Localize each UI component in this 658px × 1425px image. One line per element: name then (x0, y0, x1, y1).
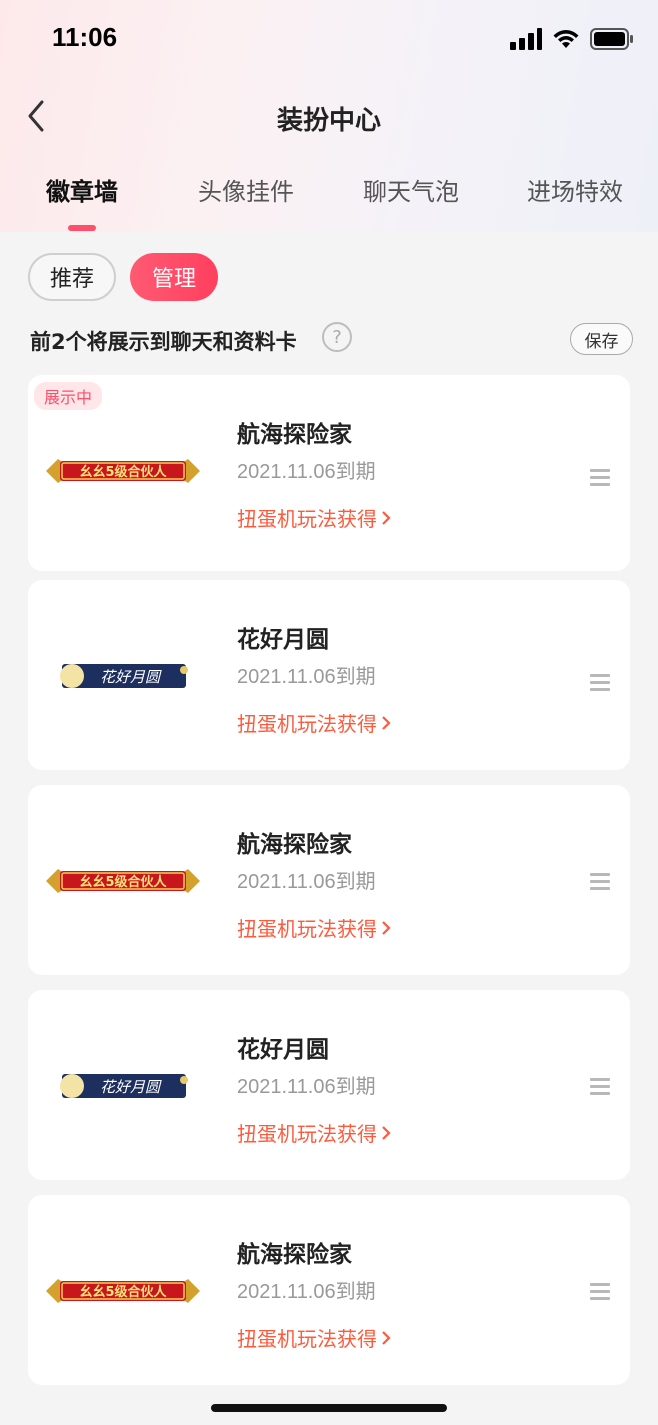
manage-filter-chip[interactable]: 管理 (130, 253, 218, 301)
badge-image-red: 幺幺5级合伙人 (46, 1279, 200, 1303)
badge-name: 航海探险家 (237, 422, 352, 448)
badge-source-link[interactable]: 扭蛋机玩法获得 (237, 1118, 391, 1147)
badge-source-label: 扭蛋机玩法获得 (237, 1122, 377, 1146)
badge-expiry: 2021.11.06到期 (237, 1281, 376, 1303)
cellular-signal-icon (510, 28, 542, 50)
wifi-icon (553, 30, 579, 48)
status-time: 11:06 (52, 22, 118, 52)
badge-image-text: 幺幺5级合伙人 (79, 464, 167, 480)
badge-source-link[interactable]: 扭蛋机玩法获得 (237, 708, 391, 737)
badge-expiry: 2021.11.06到期 (237, 871, 376, 893)
badge-card[interactable]: 幺幺5级合伙人 航海探险家 2021.11.06到期 扭蛋机玩法获得 (28, 785, 630, 975)
badge-expiry: 2021.11.06到期 (237, 1076, 376, 1098)
tab-avatar-frame[interactable]: 头像挂件 (198, 172, 294, 207)
badge-name: 花好月圆 (237, 627, 329, 653)
badge-source-label: 扭蛋机玩法获得 (237, 507, 377, 531)
badge-image-text: 花好月圆 (100, 668, 162, 686)
help-icon[interactable]: ? (322, 322, 352, 352)
tab-chat-bubble[interactable]: 聊天气泡 (363, 172, 459, 207)
tab-entry-effect[interactable]: 进场特效 (527, 172, 623, 207)
status-icons (510, 28, 634, 50)
save-button[interactable]: 保存 (570, 323, 633, 355)
badge-name: 航海探险家 (237, 1242, 352, 1268)
badge-image-text: 幺幺5级合伙人 (79, 874, 167, 890)
chevron-right-icon (382, 510, 391, 525)
badge-source-label: 扭蛋机玩法获得 (237, 712, 377, 736)
badge-name: 航海探险家 (237, 832, 352, 858)
badge-image-navy: 花好月圆 (60, 1074, 188, 1098)
showing-tag: 展示中 (34, 382, 103, 410)
display-hint-text: 前2个将展示到聊天和资料卡 (30, 330, 297, 354)
page-title: 装扮中心 (276, 106, 381, 136)
badge-source-link[interactable]: 扭蛋机玩法获得 (237, 1323, 391, 1352)
badge-image-text: 幺幺5级合伙人 (79, 1284, 167, 1300)
recommend-filter-chip[interactable]: 推荐 (28, 253, 116, 301)
drag-handle-icon[interactable] (590, 873, 610, 891)
badge-source-link[interactable]: 扭蛋机玩法获得 (237, 503, 391, 532)
chevron-right-icon (382, 715, 391, 730)
chevron-right-icon (382, 920, 391, 935)
badge-name: 花好月圆 (237, 1037, 329, 1063)
home-indicator[interactable] (211, 1404, 447, 1412)
badge-source-link[interactable]: 扭蛋机玩法获得 (237, 913, 391, 942)
badge-card[interactable]: 花好月圆 花好月圆 2021.11.06到期 扭蛋机玩法获得 (28, 580, 630, 770)
badge-image-red: 幺幺5级合伙人 (46, 869, 200, 893)
active-tab-indicator (68, 225, 96, 231)
badge-expiry: 2021.11.06到期 (237, 666, 376, 688)
badge-image-navy: 花好月圆 (60, 664, 188, 688)
badge-source-label: 扭蛋机玩法获得 (237, 917, 377, 941)
battery-icon (590, 28, 633, 50)
badge-card[interactable]: 幺幺5级合伙人 航海探险家 2021.11.06到期 扭蛋机玩法获得 (28, 1195, 630, 1385)
drag-handle-icon[interactable] (590, 1078, 610, 1096)
drag-handle-icon[interactable] (590, 674, 610, 692)
drag-handle-icon[interactable] (590, 469, 610, 487)
chevron-right-icon (382, 1125, 391, 1140)
badge-card[interactable]: 展示中 幺幺5级合伙人 航海探险家 2021.11.06到期 扭蛋机玩法获得 (28, 375, 630, 571)
badge-image-red: 幺幺5级合伙人 (46, 459, 200, 483)
drag-handle-icon[interactable] (590, 1283, 610, 1301)
badge-card[interactable]: 花好月圆 花好月圆 2021.11.06到期 扭蛋机玩法获得 (28, 990, 630, 1180)
badge-source-label: 扭蛋机玩法获得 (237, 1327, 377, 1351)
tab-bar: 徽章墙 头像挂件 聊天气泡 进场特效 (0, 172, 658, 232)
tab-badge-wall[interactable]: 徽章墙 (46, 172, 118, 207)
badge-expiry: 2021.11.06到期 (237, 461, 376, 483)
badge-image-text: 花好月圆 (100, 1078, 162, 1096)
chevron-right-icon (382, 1330, 391, 1345)
